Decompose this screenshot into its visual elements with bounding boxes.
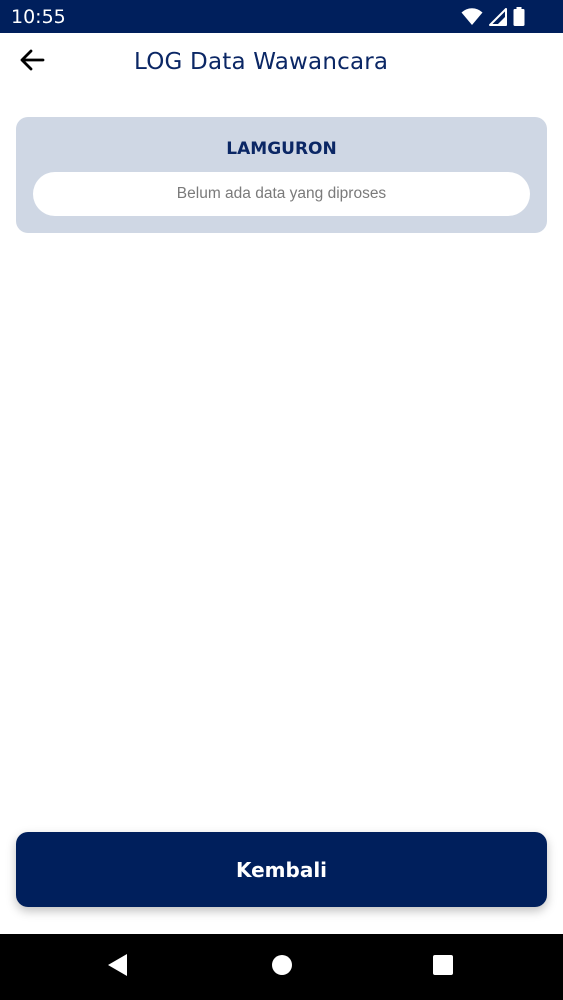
card-title: LAMGURON bbox=[226, 139, 337, 159]
empty-state-message: Belum ada data yang diproses bbox=[33, 172, 530, 216]
status-time: 10:55 bbox=[11, 6, 66, 28]
back-triangle-icon bbox=[107, 953, 129, 982]
nav-home-button[interactable] bbox=[267, 952, 297, 982]
status-icons bbox=[461, 7, 525, 26]
app-bar: LOG Data Wawancara bbox=[0, 33, 563, 91]
cell-signal-icon bbox=[489, 7, 507, 26]
kembali-button[interactable]: Kembali bbox=[16, 832, 547, 907]
log-card: LAMGURON Belum ada data yang diproses bbox=[16, 117, 547, 233]
nav-back-button[interactable] bbox=[103, 952, 133, 982]
system-nav-bar bbox=[0, 934, 563, 1000]
battery-icon bbox=[513, 7, 525, 26]
back-button[interactable] bbox=[14, 47, 50, 77]
status-bar: 10:55 bbox=[0, 0, 563, 33]
nav-recents-button[interactable] bbox=[428, 952, 458, 982]
page-title: LOG Data Wawancara bbox=[134, 49, 389, 75]
recents-square-icon bbox=[432, 954, 454, 981]
arrow-left-icon bbox=[19, 49, 45, 76]
home-circle-icon bbox=[271, 954, 293, 981]
wifi-icon bbox=[461, 7, 483, 26]
